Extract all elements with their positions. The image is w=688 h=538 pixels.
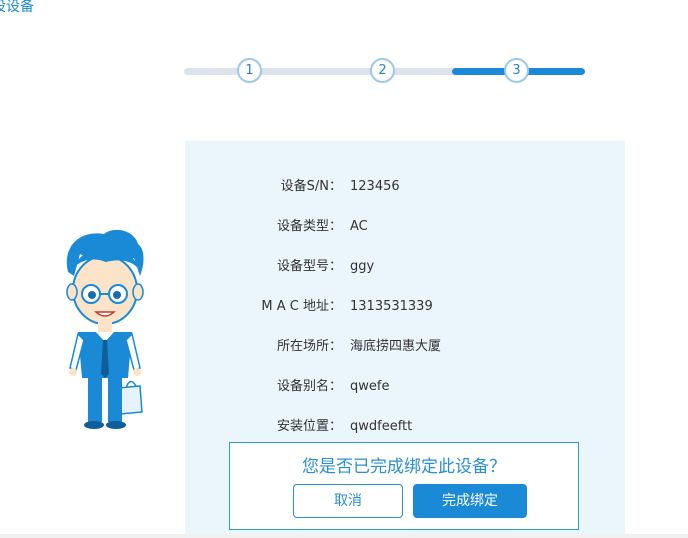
- info-label: 设备型号：: [276, 259, 342, 274]
- info-value: qwdfeeftt: [350, 419, 413, 434]
- info-row-venue: 所在场所： 海底捞四惠大厦: [185, 337, 625, 357]
- step-2: 2: [370, 58, 395, 83]
- info-value: AC: [350, 219, 368, 234]
- cancel-button[interactable]: 取消: [293, 484, 403, 518]
- info-label: M A C 地址：: [261, 299, 342, 314]
- info-value: 123456: [350, 179, 400, 194]
- info-value: qwefe: [350, 379, 390, 394]
- info-row-mac: M A C 地址： 1313531339: [185, 297, 625, 317]
- page-title: 设设备: [0, 0, 34, 15]
- info-label: 设备类型：: [276, 219, 342, 234]
- info-value: ggy: [350, 259, 375, 274]
- info-label: 设备S/N：: [280, 179, 342, 194]
- info-value: 海底捞四惠大厦: [350, 339, 442, 354]
- step-1: 1: [237, 58, 262, 83]
- bottom-divider: [0, 534, 688, 538]
- confirm-question: 您是否已完成绑定此设备？: [302, 457, 506, 477]
- progress-stepper: 1 2 3: [184, 58, 586, 86]
- info-row-sn: 设备S/N： 123456: [185, 177, 625, 197]
- info-row-location: 安装位置： qwdfeeftt: [185, 417, 625, 437]
- info-row-type: 设备类型： AC: [185, 217, 625, 237]
- step-3: 3: [504, 58, 529, 83]
- complete-binding-button[interactable]: 完成绑定: [413, 484, 527, 518]
- info-value: 1313531339: [350, 299, 433, 314]
- info-row-alias: 设备别名： qwefe: [185, 377, 625, 397]
- stepper-track-remaining: [184, 68, 484, 75]
- info-label: 安装位置：: [276, 419, 342, 434]
- cartoon-man-illustration: [66, 229, 144, 429]
- info-label: 所在场所：: [276, 339, 342, 354]
- info-label: 设备别名：: [276, 379, 342, 394]
- info-row-model: 设备型号： ggy: [185, 257, 625, 277]
- confirm-binding-dialog: 您是否已完成绑定此设备？ 取消 完成绑定: [229, 442, 579, 530]
